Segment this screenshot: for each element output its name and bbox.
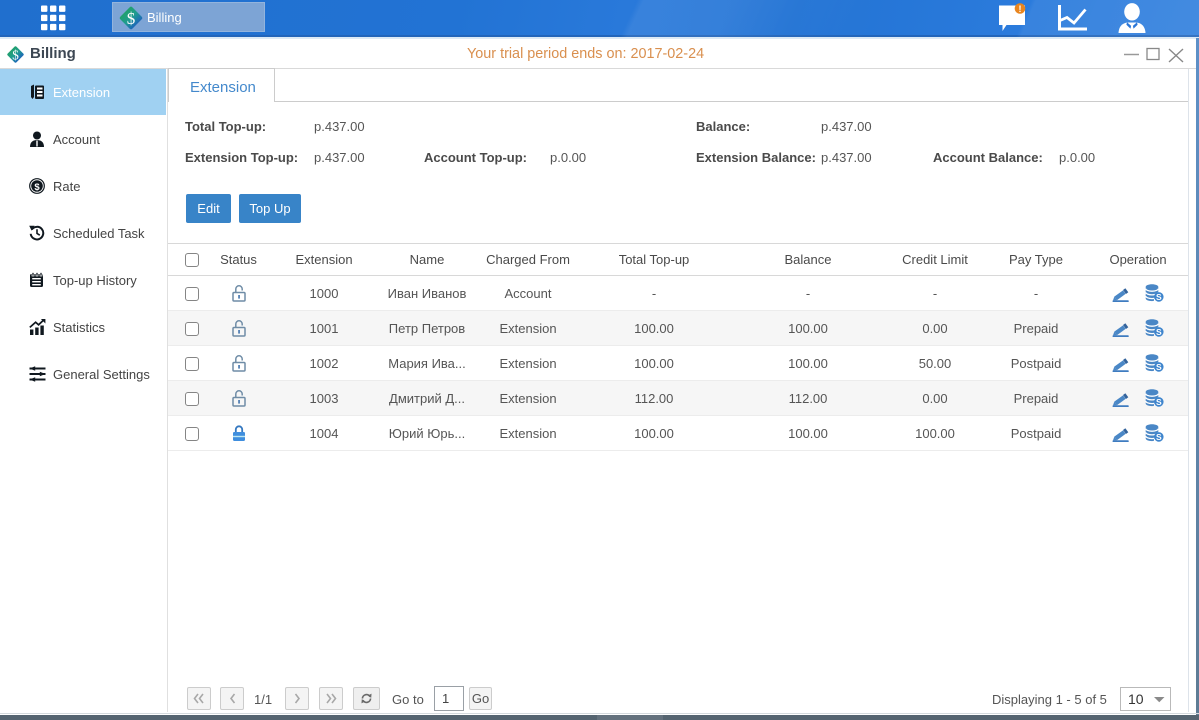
svg-text:$: $ <box>34 182 40 193</box>
svg-text:!: ! <box>1019 4 1022 14</box>
svg-text:$: $ <box>12 47 19 62</box>
svg-text:$: $ <box>127 9 136 28</box>
